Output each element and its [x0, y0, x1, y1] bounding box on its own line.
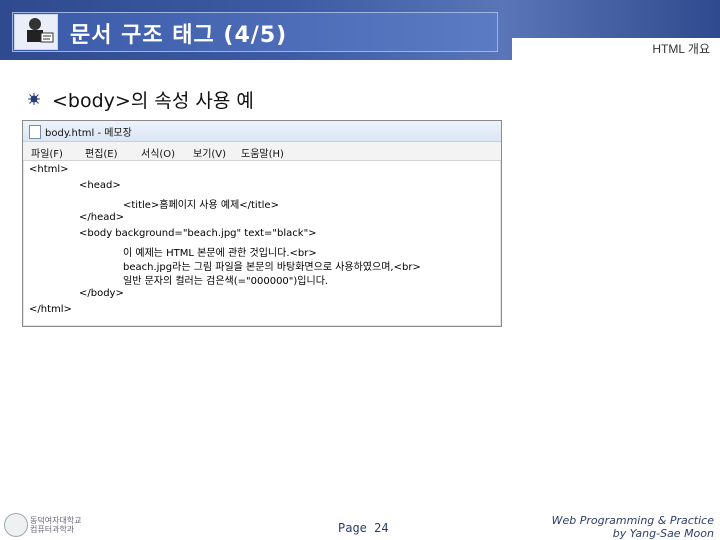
notepad-icon: [29, 125, 41, 139]
menu-edit[interactable]: 편집(E): [85, 145, 118, 160]
code-line: </body>: [79, 288, 124, 299]
code-line: </head>: [79, 212, 125, 223]
menu-format[interactable]: 서식(O): [141, 145, 175, 160]
section-label: HTML 개요: [652, 42, 710, 56]
footer-credit: Web Programming & Practice by Yang-Sae M…: [552, 514, 714, 540]
bullet-icon: [28, 90, 40, 105]
credit-line-2: by Yang-Sae Moon: [612, 527, 714, 540]
notepad-menubar: 파일(F) 편집(E) 서식(O) 보기(V) 도움말(H): [23, 142, 501, 161]
code-line: <head>: [79, 180, 121, 191]
logo-text-line-1: 동덕여자대학교: [30, 516, 82, 525]
page-number: Page 24: [338, 521, 389, 535]
notepad-titlebar: body.html - 메모장: [23, 121, 501, 142]
code-line: 이 예제는 HTML 본문에 관한 것입니다.<br>: [123, 248, 317, 259]
notepad-text-area[interactable]: <html> <head> <title>홈페이지 사용 예제</title> …: [23, 161, 501, 326]
notepad-window: body.html - 메모장 파일(F) 편집(E) 서식(O) 보기(V) …: [22, 120, 502, 327]
credit-line-1: Web Programming & Practice: [551, 514, 714, 527]
code-line: <html>: [29, 164, 69, 175]
menu-view[interactable]: 보기(V): [193, 145, 226, 160]
bullet-text: <body>의 속성 사용 예: [52, 90, 254, 112]
notepad-title: body.html - 메모장: [45, 128, 132, 139]
presenter-icon: [14, 14, 58, 50]
university-logo: 동덕여자대학교 컴퓨터과학과: [4, 513, 82, 537]
code-line: </html>: [29, 304, 72, 315]
code-line: 일반 문자의 컬러는 검은색(="000000")입니다.: [123, 276, 329, 287]
code-line: <body background="beach.jpg" text="black…: [79, 228, 317, 239]
menu-file[interactable]: 파일(F): [31, 145, 63, 160]
code-line: beach.jpg라는 그림 파일을 본문의 바탕화면으로 사용하였으며,<br…: [123, 262, 421, 273]
menu-help[interactable]: 도움말(H): [241, 145, 284, 160]
logo-text-line-2: 컴퓨터과학과: [30, 525, 75, 534]
emblem-icon: [4, 513, 28, 537]
code-line: <title>홈페이지 사용 예제</title>: [123, 200, 279, 211]
slide-title: 문서 구조 태그 (4/5): [70, 23, 288, 48]
logo-text: 동덕여자대학교 컴퓨터과학과: [30, 516, 82, 534]
